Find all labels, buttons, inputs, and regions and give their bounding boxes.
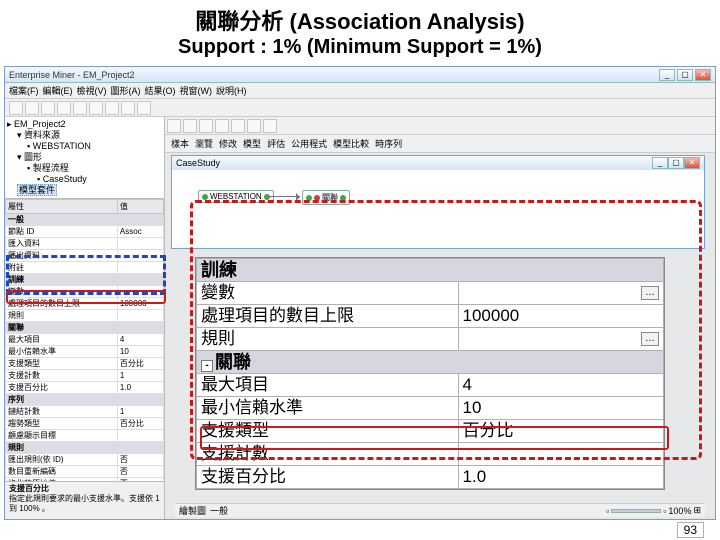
inner-close[interactable]: ✕ — [684, 157, 700, 169]
tool-icon[interactable] — [199, 119, 213, 133]
tool-icon[interactable] — [89, 101, 103, 115]
edge-arrow-icon — [268, 196, 300, 197]
project-tree[interactable]: ▸ EM_Project2 ▾ 資料來源 ▪ WEBSTATION ▾ 圖形 ▪… — [5, 117, 164, 199]
slide-subheading: Support : 1% (Minimum Support = 1%) — [0, 36, 720, 59]
tab-explore[interactable]: 瀏覽 — [195, 137, 213, 150]
right-column: 樣本 瀏覽 修改 模型 評估 公用程式 模型比較 時序列 CaseStudy _… — [165, 117, 715, 519]
zoom-slider[interactable] — [611, 509, 661, 513]
row-support-pct-value: 1.0 — [458, 466, 663, 489]
tree-root: ▸ EM_Project2 — [7, 119, 162, 130]
row-support-pct-label: 支援百分比 — [197, 466, 459, 489]
propfoot-label: 支援百分比 — [9, 484, 49, 493]
menu-result[interactable]: 結果(O) — [145, 84, 176, 97]
tool-icon[interactable] — [215, 119, 229, 133]
main-toolbar — [5, 99, 715, 117]
tool-icon[interactable] — [73, 101, 87, 115]
zoom-fit-icon[interactable]: ⊞ — [693, 505, 701, 516]
right-toolbar — [165, 117, 715, 135]
tool-icon[interactable] — [121, 101, 135, 115]
tool-icon[interactable] — [9, 101, 23, 115]
zoom-in-icon[interactable]: ▫ — [663, 506, 666, 516]
menubar: 檔案(F) 編輯(E) 檢視(V) 圖形(A) 結果(O) 視窗(W) 說明(H… — [5, 83, 715, 99]
close-button[interactable]: ✕ — [695, 69, 711, 81]
section-assoc: 關聯 — [215, 352, 251, 372]
inner-minimize[interactable]: _ — [652, 157, 668, 169]
menu-file[interactable]: 檔案(F) — [9, 84, 39, 97]
tab-model[interactable]: 模型 — [243, 137, 261, 150]
tool-icon[interactable] — [57, 101, 71, 115]
ellipsis-button[interactable]: … — [641, 332, 659, 346]
tab-timeseries[interactable]: 時序列 — [375, 137, 402, 150]
tool-icon[interactable] — [25, 101, 39, 115]
tool-icon[interactable] — [105, 101, 119, 115]
tool-icon[interactable] — [167, 119, 181, 133]
tool-icon[interactable] — [247, 119, 261, 133]
menu-window[interactable]: 視窗(W) — [180, 84, 213, 97]
node-data-source[interactable]: WEBSTATION — [198, 190, 274, 203]
app-window: Enterprise Miner - EM_Project2 _ ▢ ✕ 檔案(… — [4, 66, 716, 520]
property-grid[interactable]: 屬性值 一般 節點 IDAssoc 匯入資料 匯出資料 附註 訓練 變數 處理項… — [5, 199, 164, 481]
inner-maximize[interactable]: ▢ — [668, 157, 684, 169]
zoom-level: 100% — [668, 506, 691, 516]
ellipsis-button[interactable]: … — [641, 286, 659, 300]
status-bar: 繪製圖 一般 ▫ ▫ 100% ⊞ — [175, 503, 705, 517]
page-number: 93 — [677, 522, 704, 538]
tool-icon[interactable] — [263, 119, 277, 133]
enlarged-property-panel: 訓練 變數… 處理項目的數目上限100000 規則… -關聯 最大項目4 最小信… — [195, 257, 665, 490]
propfoot-desc: 指定此規則要求的最小支援水準。支援依 1 到 100% 。 — [9, 494, 160, 513]
property-footer: 支援百分比 指定此規則要求的最小支援水準。支援依 1 到 100% 。 — [5, 481, 164, 519]
window-title: Enterprise Miner - EM_Project2 — [9, 70, 659, 80]
workspace: ▸ EM_Project2 ▾ 資料來源 ▪ WEBSTATION ▾ 圖形 ▪… — [5, 117, 715, 519]
tab-assess[interactable]: 評估 — [267, 137, 285, 150]
inner-window-title: CaseStudy — [176, 158, 220, 168]
titlebar: Enterprise Miner - EM_Project2 _ ▢ ✕ — [5, 67, 715, 83]
tool-icon[interactable] — [41, 101, 55, 115]
minimize-button[interactable]: _ — [659, 69, 675, 81]
tab-modify[interactable]: 修改 — [219, 137, 237, 150]
slide-heading: 關聯分析 (Association Analysis) — [0, 4, 720, 36]
tool-icon[interactable] — [137, 101, 151, 115]
node-assoc[interactable]: 關聯 — [302, 190, 350, 205]
process-tabs: 樣本 瀏覽 修改 模型 評估 公用程式 模型比較 時序列 — [165, 135, 715, 153]
tab-compare[interactable]: 模型比較 — [333, 137, 369, 150]
menu-view[interactable]: 檢視(V) — [77, 84, 107, 97]
menu-help[interactable]: 說明(H) — [216, 84, 247, 97]
process-flow-canvas[interactable]: WEBSTATION 關聯 — [172, 170, 704, 248]
maximize-button[interactable]: ▢ — [677, 69, 693, 81]
menu-graph[interactable]: 圖形(A) — [111, 84, 141, 97]
diagram-window: CaseStudy _ ▢ ✕ WEBSTATION 關聯 — [171, 155, 705, 249]
tab-utility[interactable]: 公用程式 — [291, 137, 327, 150]
tab-sample[interactable]: 樣本 — [171, 137, 189, 150]
menu-edit[interactable]: 編輯(E) — [43, 84, 73, 97]
left-column: ▸ EM_Project2 ▾ 資料來源 ▪ WEBSTATION ▾ 圖形 ▪… — [5, 117, 165, 519]
status-left: 繪製圖 — [179, 504, 206, 517]
canvas-area: CaseStudy _ ▢ ✕ WEBSTATION 關聯 訓 — [165, 153, 715, 519]
tool-icon[interactable] — [183, 119, 197, 133]
zoom-out-icon[interactable]: ▫ — [606, 506, 609, 516]
tool-icon[interactable] — [231, 119, 245, 133]
collapse-icon[interactable]: - — [201, 360, 213, 372]
slide-title: 關聯分析 (Association Analysis) Support : 1%… — [0, 0, 720, 61]
tree-selected: 模型套件 — [17, 184, 57, 196]
status-dropdown[interactable]: 一般 — [210, 504, 228, 517]
section-train: 訓練 — [197, 259, 664, 282]
